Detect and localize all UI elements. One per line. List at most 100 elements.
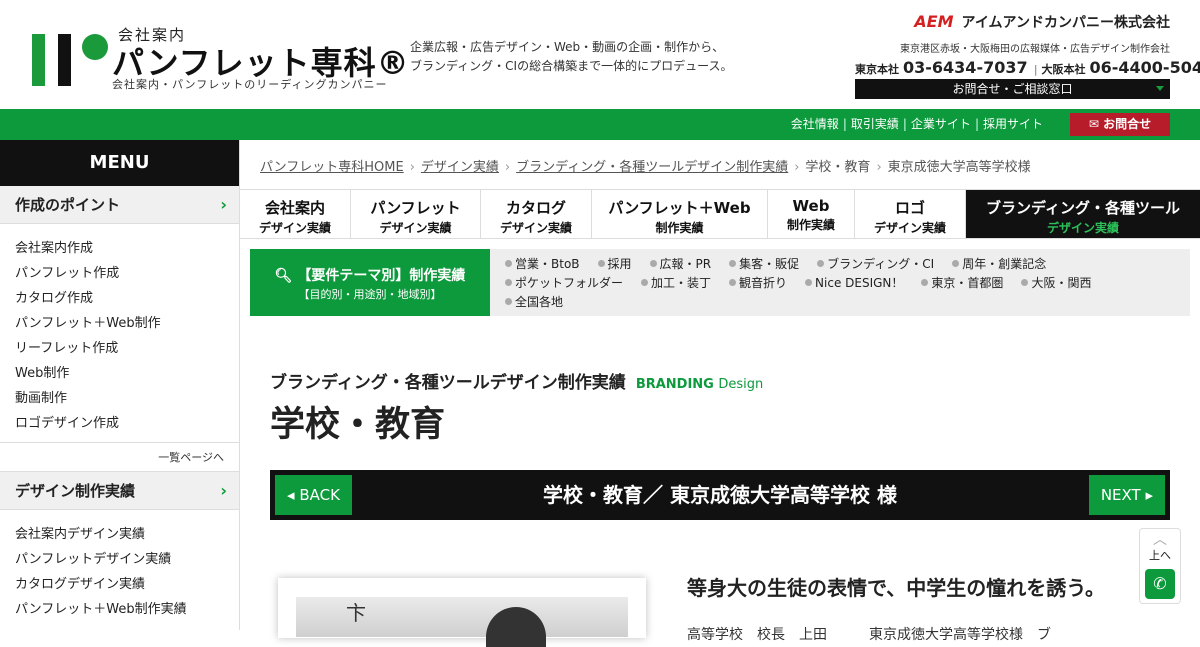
search-icon: 🔍︎ [274, 268, 298, 284]
next-button[interactable]: NEXT ▸ [1088, 475, 1165, 515]
sidebar-section-points[interactable]: 作成のポイント › [0, 186, 239, 224]
tokyo-label: 東京本社 [855, 63, 899, 76]
theme-filter-button[interactable]: 🔍︎ 【要件テーマ別】制作実績 【目的別・用途別・地域別】 [250, 249, 490, 316]
tab-label: カタログ [505, 199, 566, 217]
theme-tag[interactable]: 周年・創業記念 [952, 255, 1046, 274]
link-corporate-site[interactable]: 企業サイト [911, 117, 971, 131]
student-figure [486, 607, 546, 647]
mail-icon: ✉ [1088, 117, 1104, 131]
sidebar-section-works[interactable]: デザイン制作実績 › [0, 472, 239, 510]
inquiry-label: お問合せ [1103, 117, 1152, 131]
work-navigation: ◂ BACK 学校・教育／ 東京成徳大学高等学校 様 NEXT ▸ [270, 470, 1170, 520]
section-title: デザイン制作実績 [15, 482, 136, 500]
site-logo[interactable]: 会社案内 パンフレット専科® 会社案内・パンフレットのリーディングカンパニー [30, 22, 409, 92]
chevron-right-icon: ▸ [1140, 486, 1153, 504]
breadcrumb: パンフレット専科HOME › デザイン実績 › ブランディング・各種ツールデザイン制作実… [260, 156, 1031, 175]
tab-label: ロゴ [894, 199, 925, 217]
theme-tag[interactable]: 集客・販促 [729, 255, 799, 274]
main-content: パンフレット専科HOME › デザイン実績 › ブランディング・各種ツールデザイン制作実… [240, 140, 1200, 647]
tab-pamphlet[interactable]: パンフレット デザイン実績 [351, 190, 481, 238]
theme-filter: 🔍︎ 【要件テーマ別】制作実績 【目的別・用途別・地域別】 営業・BtoB 採用広… [250, 249, 1190, 316]
handwriting-mark: 卞 [346, 601, 366, 625]
sidebar-item[interactable]: ロゴデザイン作成 [15, 411, 239, 436]
breadcrumb-link[interactable]: パンフレット専科HOME [260, 160, 404, 175]
logo-subtitle: 会社案内・パンフレットのリーディングカンパニー [112, 78, 388, 91]
tab-branding[interactable]: ブランディング・各種ツール デザイン実績 [966, 190, 1200, 238]
contact-dropdown[interactable]: お問合せ・ご相談窓口 [855, 79, 1170, 99]
lead-heading: 等身大の生徒の表情で、中学生の憧れを誘う。 [687, 576, 1105, 600]
chevron-right-icon: › [409, 160, 415, 175]
tab-label: ブランディング・各種ツール [986, 199, 1180, 217]
page-category-en: BRANDING Design [636, 377, 763, 392]
tab-pamphlet-web[interactable]: パンフレット＋Web 制作実績 [592, 190, 768, 238]
divider: | [1033, 63, 1038, 76]
theme-tag[interactable]: 東京・首都圏 [921, 274, 1003, 293]
utility-nav: 会社情報 | 取引実績 | 企業サイト | 採用サイト ✉ お問合せ [0, 109, 1200, 140]
theme-tag[interactable]: 全国各地 [505, 293, 563, 312]
osaka-label: 大阪本社 [1041, 63, 1086, 76]
company-description: 東京港区赤坂・大阪梅田の広報媒体・広告デザイン制作会社 [900, 44, 1170, 55]
osaka-phone[interactable]: 06-4400-5045 [1089, 58, 1200, 77]
theme-tag[interactable]: 広報・PR [650, 255, 712, 274]
link-recruit-site[interactable]: 採用サイト [983, 117, 1043, 131]
sidebar-item[interactable]: パンフレット作成 [15, 261, 239, 286]
divider: | [974, 117, 979, 131]
sidebar-item[interactable]: 会社案内作成 [15, 236, 239, 261]
breadcrumb-link[interactable]: ブランディング・各種ツールデザイン制作実績 [516, 160, 788, 175]
breadcrumb-link[interactable]: デザイン実績 [421, 160, 499, 175]
theme-tag[interactable]: 加工・装丁 [641, 274, 711, 293]
tokyo-phone[interactable]: 03-6434-7037 [903, 58, 1028, 77]
floating-actions: ︿ 上へ ✆ [1139, 528, 1181, 604]
sidebar-item[interactable]: パンフレットデザイン実績 [15, 547, 239, 572]
sidebar-item[interactable]: カタログデザイン実績 [15, 572, 239, 597]
sidebar-list-works: 会社案内デザイン実績 パンフレットデザイン実績 カタログデザイン実績 パンフレッ… [0, 510, 239, 628]
link-trade-record[interactable]: 取引実績 [851, 117, 899, 131]
page-title: 学校・教育 [270, 405, 446, 445]
theme-filter-title: 【要件テーマ別】制作実績 [297, 268, 466, 284]
theme-tag[interactable]: ポケットフォルダー [505, 274, 623, 293]
tab-label: 会社案内 [264, 199, 325, 217]
theme-tag[interactable]: 観音折り [729, 274, 787, 293]
work-photo: 卞 [278, 578, 646, 647]
dropdown-arrow-icon [1156, 86, 1164, 91]
theme-tag[interactable]: Nice DESIGN！ [805, 274, 903, 293]
page-category: ブランディング・各種ツールデザイン制作実績 BRANDING Design [270, 368, 763, 393]
tab-logo[interactable]: ロゴ デザイン実績 [855, 190, 966, 238]
category-tabs: 会社案内 デザイン実績 パンフレット デザイン実績 カタログ デザイン実績 パンフレッ… [240, 189, 1200, 239]
sidebar: MENU 作成のポイント › 会社案内作成 パンフレット作成 カタログ作成 パンフ… [0, 140, 240, 630]
theme-tag[interactable]: ブランディング・CI [817, 255, 934, 274]
scroll-top-button[interactable]: ︿ 上へ [1140, 533, 1180, 563]
utility-links: 会社情報 | 取引実績 | 企業サイト | 採用サイト [789, 109, 1045, 140]
link-company-info[interactable]: 会社情報 [791, 117, 839, 131]
tab-sublabel: デザイン実績 [873, 221, 946, 235]
sidebar-item[interactable]: パンフレット＋Web制作 [15, 311, 239, 336]
sidebar-item[interactable]: 動画制作 [15, 386, 239, 411]
logo-mark-black [58, 34, 71, 86]
theme-tag[interactable]: 営業・BtoB [505, 255, 580, 274]
theme-tag[interactable]: 大阪・関西 [1021, 274, 1091, 293]
theme-tags: 営業・BtoB 採用 広報・PR 集客・販促 ブランディング・CI 周年・創業記念ポケット… [505, 255, 1185, 312]
company-info: AEM アイムアンドカンパニー株式会社 東京港区赤坂・大阪梅田の広報媒体・広告デザ… [850, 12, 1170, 55]
tagline-line-2: ブランディング・CIの総合構築まで一体的にプロデュース。 [410, 59, 733, 73]
phone-button[interactable]: ✆ [1145, 569, 1175, 599]
tab-catalog[interactable]: カタログ デザイン実績 [481, 190, 592, 238]
aem-logo-icon: AEM [914, 12, 954, 31]
sidebar-item[interactable]: Web制作 [15, 361, 239, 386]
contact-dropdown-label: お問合せ・ご相談窓口 [952, 82, 1073, 96]
sidebar-item[interactable]: パンフレット＋Web制作実績 [15, 597, 239, 622]
scroll-top-label: 上へ [1149, 549, 1171, 562]
theme-tag[interactable]: 採用 [598, 255, 632, 274]
company-name-row[interactable]: AEM アイムアンドカンパニー株式会社 [850, 12, 1170, 32]
logo-mark-green [32, 34, 45, 86]
tab-company-profile[interactable]: 会社案内 デザイン実績 [240, 190, 351, 238]
sidebar-item[interactable]: リーフレット作成 [15, 336, 239, 361]
work-title: 学校・教育／ 東京成徳大学高等学校 様 [543, 483, 897, 507]
sidebar-item[interactable]: カタログ作成 [15, 286, 239, 311]
chevron-up-icon: ︿ [1153, 532, 1167, 548]
more-link[interactable]: 一覧ページへ [0, 442, 239, 472]
chevron-right-icon: › [504, 160, 511, 175]
company-name: アイムアンドカンパニー株式会社 [961, 15, 1170, 31]
tab-web[interactable]: Web 制作実績 [768, 190, 855, 238]
inquiry-button[interactable]: ✉ お問合せ [1070, 113, 1170, 136]
sidebar-item[interactable]: 会社案内デザイン実績 [15, 522, 239, 547]
